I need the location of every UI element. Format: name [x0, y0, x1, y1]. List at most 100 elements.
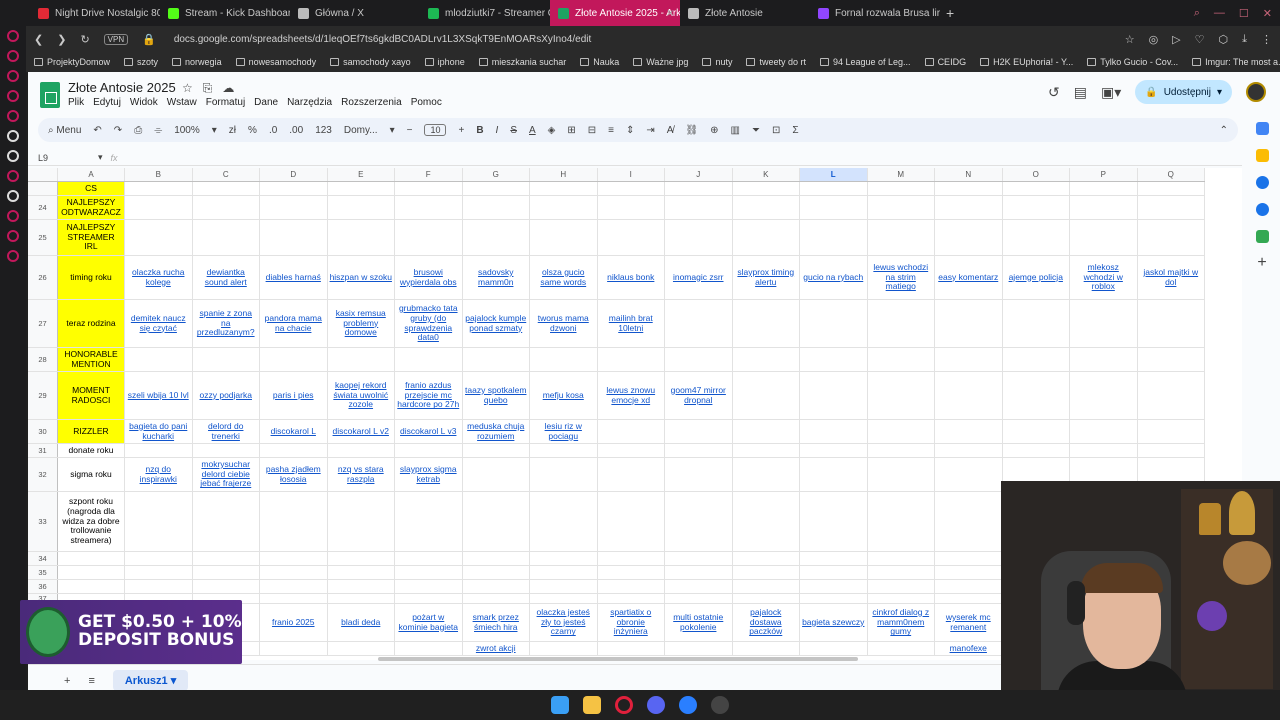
keep-icon[interactable] — [1255, 149, 1269, 162]
wrap-icon[interactable]: ⇥ — [646, 125, 654, 136]
grid-cell[interactable] — [463, 580, 530, 593]
grid-cell[interactable] — [125, 220, 193, 255]
grid-cell[interactable] — [193, 348, 260, 371]
grid-cell[interactable] — [598, 458, 665, 491]
column-header[interactable]: K — [733, 168, 800, 181]
grid-cell[interactable] — [328, 196, 395, 219]
grid-cell[interactable]: lesiu riz w pociagu — [530, 420, 598, 443]
grid-cell[interactable] — [328, 182, 395, 195]
grid-cell[interactable]: discokarol L v2 — [328, 420, 395, 443]
grid-cell[interactable] — [260, 552, 328, 565]
grid-cell[interactable]: mailinh brat 10letni — [598, 300, 665, 347]
sidebar-app-icon[interactable] — [7, 130, 19, 142]
grid-cell[interactable] — [125, 552, 193, 565]
category-cell[interactable]: sigma roku — [58, 458, 125, 491]
bold-icon[interactable]: B — [476, 125, 483, 136]
grid-cell[interactable] — [598, 220, 665, 255]
download-icon[interactable]: ⤓ — [1242, 33, 1247, 46]
row-number[interactable]: 33 — [28, 492, 58, 551]
grid-cell[interactable] — [598, 580, 665, 593]
grid-cell[interactable] — [1138, 220, 1205, 255]
discord-icon[interactable] — [647, 696, 665, 714]
grid-cell[interactable] — [463, 566, 530, 579]
grid-cell[interactable] — [328, 220, 395, 255]
grid-cell[interactable] — [935, 594, 1003, 603]
grid-cell[interactable]: olaczka jesteś zły to jesteś czarny — [530, 604, 598, 641]
menu-item[interactable]: Narzędzia — [287, 97, 332, 108]
grid-cell[interactable]: olsza gucio same words — [530, 256, 598, 299]
grid-cell[interactable]: ozzy podjarka — [193, 372, 260, 419]
search-menu-button[interactable]: ⌕ Menu — [48, 125, 81, 136]
vpn-badge[interactable]: VPN — [103, 33, 129, 45]
grid-cell[interactable] — [800, 642, 868, 655]
grid-cell[interactable] — [193, 552, 260, 565]
history-icon[interactable]: ↺ — [1048, 84, 1060, 101]
column-header[interactable]: O — [1003, 168, 1070, 181]
row-number[interactable]: 25 — [28, 220, 58, 255]
menu-item[interactable]: Pomoc — [411, 97, 442, 108]
grid-cell[interactable] — [800, 220, 868, 255]
row-number[interactable]: 30 — [28, 420, 58, 443]
grid-cell[interactable] — [598, 196, 665, 219]
grid-cell[interactable] — [1138, 196, 1205, 219]
grid-cell[interactable] — [665, 580, 733, 593]
all-sheets-icon[interactable]: ≡ — [88, 675, 94, 687]
grid-cell[interactable] — [328, 348, 395, 371]
merge-icon[interactable]: ⊟ — [588, 125, 596, 136]
fill-color-icon[interactable]: ◈ — [548, 125, 556, 136]
category-cell[interactable] — [58, 552, 125, 565]
grid-cell[interactable] — [800, 196, 868, 219]
grid-cell[interactable] — [868, 300, 935, 347]
browser-tab[interactable]: Główna / X — [290, 0, 420, 26]
row-number[interactable]: 31 — [28, 444, 58, 457]
grid-cell[interactable]: nzq vs stara raszpla — [328, 458, 395, 491]
play-icon[interactable]: ▷ — [1172, 33, 1180, 46]
collapse-toolbar-icon[interactable]: ⌃ — [1220, 125, 1228, 136]
grid-cell[interactable] — [665, 566, 733, 579]
grid-cell[interactable]: grubmacko tata gruby (do sprawdzenia dat… — [395, 300, 463, 347]
bookmark-item[interactable]: H2K EUphoria! - Y... — [980, 57, 1073, 67]
sidebar-app-icon[interactable] — [7, 190, 19, 202]
grid-cell[interactable] — [463, 444, 530, 457]
number-format-button[interactable]: 123 — [315, 125, 332, 136]
grid-cell[interactable]: mefju kosa — [530, 372, 598, 419]
calendar-icon[interactable] — [1255, 122, 1269, 135]
grid-cell[interactable] — [1070, 372, 1138, 419]
grid-cell[interactable] — [733, 220, 800, 255]
grid-cell[interactable] — [1003, 348, 1070, 371]
row-number[interactable]: 34 — [28, 552, 58, 565]
grid-cell[interactable] — [733, 372, 800, 419]
name-box[interactable]: L9 — [28, 153, 98, 163]
grid-cell[interactable] — [1003, 420, 1070, 443]
close-window-icon[interactable]: ✕ — [1263, 7, 1272, 20]
grid-cell[interactable] — [665, 300, 733, 347]
column-header[interactable]: G — [463, 168, 530, 181]
column-header[interactable]: A — [58, 168, 125, 181]
start-icon[interactable] — [551, 696, 569, 714]
grid-cell[interactable] — [935, 566, 1003, 579]
extensions-icon[interactable]: ⬡ — [1219, 33, 1229, 46]
grid-cell[interactable] — [530, 594, 598, 603]
column-header[interactable]: H — [530, 168, 598, 181]
grid-cell[interactable]: lewus znowu emocje xd — [598, 372, 665, 419]
grid-cell[interactable]: cinkrof dialog z mamm0nem gumy — [868, 604, 935, 641]
comment-icon[interactable]: ⊕ — [710, 125, 718, 136]
grid-cell[interactable] — [868, 196, 935, 219]
grid-cell[interactable]: discokarol L — [260, 420, 328, 443]
add-addon-icon[interactable]: + — [1256, 255, 1269, 271]
grid-cell[interactable]: kaopej rekord świata uwolnić zozole — [328, 372, 395, 419]
grid-cell[interactable] — [665, 594, 733, 603]
browser-tab[interactable]: Fornal rozwala Brusa liryc — [810, 0, 940, 26]
grid-cell[interactable] — [1070, 300, 1138, 347]
grid-cell[interactable] — [125, 566, 193, 579]
bookmark-item[interactable]: 94 League of Leg... — [819, 57, 911, 67]
grid-cell[interactable] — [598, 420, 665, 443]
grid-cell[interactable] — [598, 566, 665, 579]
grid-cell[interactable] — [733, 300, 800, 347]
grid-cell[interactable] — [193, 580, 260, 593]
category-cell[interactable] — [58, 580, 125, 593]
increase-decimal-button[interactable]: .00 — [289, 125, 303, 136]
grid-cell[interactable] — [1070, 196, 1138, 219]
move-icon[interactable]: ⎘ — [203, 81, 213, 96]
grid-cell[interactable] — [800, 492, 868, 551]
